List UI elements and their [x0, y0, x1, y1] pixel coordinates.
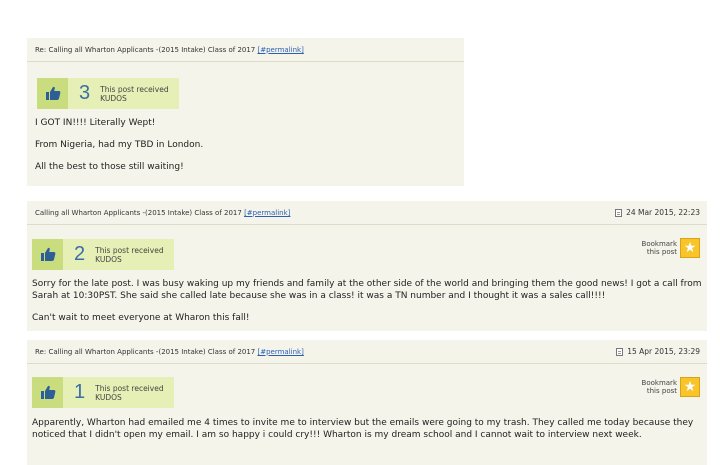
- post-body: Sorry for the late post. I was busy waki…: [32, 278, 702, 324]
- post-3: Re: Calling all Wharton Applicants -(201…: [27, 340, 707, 465]
- kudos-count: 1: [74, 381, 86, 403]
- post-line: All the best to those still waiting!: [35, 162, 184, 172]
- post-line: Apparently, Wharton had emailed me 4 tim…: [32, 418, 694, 440]
- kudos-count: 3: [79, 82, 91, 104]
- kudos-info: 1 This post received KUDOS: [63, 377, 174, 408]
- kudos-count: 2: [74, 243, 86, 265]
- post-line: Can't wait to meet everyone at Wharon th…: [32, 313, 250, 323]
- kudos-thumbs-up-icon[interactable]: [32, 239, 63, 270]
- permalink-link[interactable]: [#permalink]: [258, 348, 304, 356]
- bookmark-label: Bookmark this post: [641, 240, 677, 256]
- post-2: Calling all Wharton Applicants -(2015 In…: [27, 201, 707, 331]
- kudos-label: This post received KUDOS: [100, 84, 169, 103]
- post-date: 15 Apr 2015, 23:29: [616, 347, 700, 356]
- kudos-label: This post received KUDOS: [95, 245, 164, 264]
- star-icon[interactable]: ★: [680, 377, 700, 397]
- kudos-thumbs-up-icon[interactable]: [37, 78, 68, 109]
- document-icon: [615, 208, 623, 217]
- post-title: Re: Calling all Wharton Applicants -(201…: [35, 45, 304, 54]
- bookmark-button[interactable]: Bookmark this post ★: [642, 238, 700, 258]
- post-1: Re: Calling all Wharton Applicants -(201…: [27, 38, 464, 186]
- post-line: I GOT IN!!!! Literally Wept!: [35, 118, 156, 128]
- kudos-box: 3 This post received KUDOS: [37, 78, 179, 109]
- star-icon[interactable]: ★: [680, 238, 700, 258]
- post-line: From Nigeria, had my TBD in London.: [35, 140, 204, 150]
- document-icon: [616, 347, 624, 356]
- post-title: Calling all Wharton Applicants -(2015 In…: [35, 208, 291, 217]
- post-line: Sorry for the late post. I was busy waki…: [32, 279, 702, 301]
- kudos-box: 1 This post received KUDOS: [32, 377, 174, 408]
- post-title: Re: Calling all Wharton Applicants -(201…: [35, 347, 304, 356]
- post-header: Calling all Wharton Applicants -(2015 In…: [27, 201, 707, 225]
- kudos-label: This post received KUDOS: [95, 383, 164, 402]
- post-date: 24 Mar 2015, 22:23: [615, 208, 700, 217]
- post-body: Apparently, Wharton had emailed me 4 tim…: [32, 417, 702, 441]
- kudos-info: 2 This post received KUDOS: [63, 239, 174, 270]
- post-header: Re: Calling all Wharton Applicants -(201…: [27, 38, 464, 62]
- post-body: I GOT IN!!!! Literally Wept! From Nigeri…: [35, 117, 455, 173]
- kudos-thumbs-up-icon[interactable]: [32, 377, 63, 408]
- bookmark-label: Bookmark this post: [641, 379, 677, 395]
- bookmark-button[interactable]: Bookmark this post ★: [642, 377, 700, 397]
- post-header: Re: Calling all Wharton Applicants -(201…: [27, 340, 707, 364]
- permalink-link[interactable]: [#permalink]: [244, 209, 290, 217]
- kudos-box: 2 This post received KUDOS: [32, 239, 174, 270]
- permalink-link[interactable]: [#permalink]: [258, 46, 304, 54]
- kudos-info: 3 This post received KUDOS: [68, 78, 179, 109]
